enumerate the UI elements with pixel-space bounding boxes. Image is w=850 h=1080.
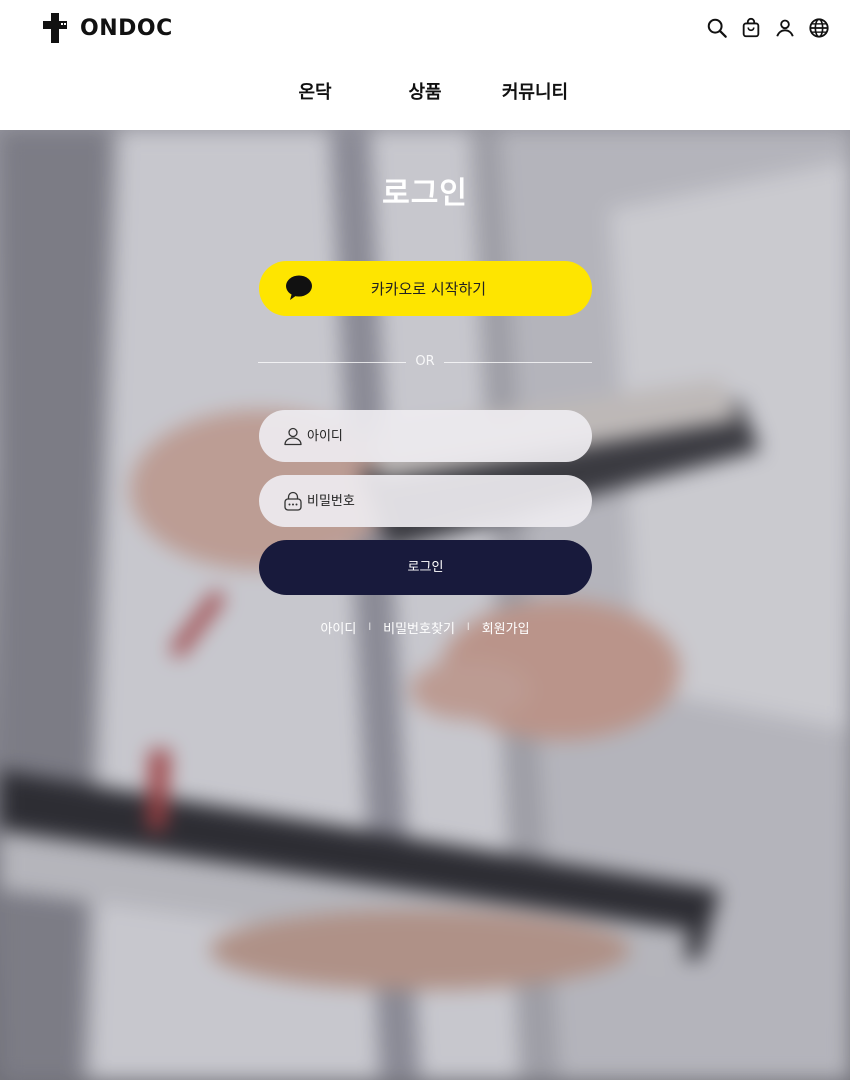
account-links: 아이디 l 비밀번호찾기 l 회원가입 xyxy=(0,618,850,637)
lock-icon xyxy=(284,491,302,511)
kakao-login-button[interactable]: 카카오로 시작하기 xyxy=(259,261,592,316)
password-input[interactable] xyxy=(307,475,577,527)
id-input[interactable] xyxy=(307,410,577,462)
id-field[interactable] xyxy=(259,410,592,462)
or-divider: OR xyxy=(258,352,592,372)
login-submit-button[interactable]: 로그인 xyxy=(259,540,592,595)
header-utilities xyxy=(706,15,830,41)
link-separator: l xyxy=(368,622,372,633)
signup-link[interactable]: 회원가입 xyxy=(482,618,530,637)
nav-item-products[interactable]: 상품 xyxy=(370,78,480,104)
page-title: 로그인 xyxy=(382,176,468,211)
nav-item-ondoc[interactable]: 온닥 xyxy=(260,78,370,104)
shopping-bag-icon[interactable] xyxy=(740,15,762,41)
password-field[interactable] xyxy=(259,475,592,527)
site-header: ONDOC 온닥 상품 커뮤니티 xyxy=(0,0,850,130)
find-password-link[interactable]: 비밀번호찾기 xyxy=(383,618,455,637)
brand-name: ONDOC xyxy=(80,15,173,41)
site-logo[interactable]: ONDOC xyxy=(42,12,173,44)
kakao-login-label: 카카오로 시작하기 xyxy=(370,280,487,298)
search-icon[interactable] xyxy=(706,15,728,41)
globe-icon[interactable] xyxy=(808,15,830,41)
find-id-link[interactable]: 아이디 xyxy=(320,618,356,637)
nav-item-community[interactable]: 커뮤니티 xyxy=(480,78,590,104)
user-outline-icon xyxy=(284,427,302,446)
main-navigation: 온닥 상품 커뮤니티 xyxy=(0,78,850,104)
divider-line-right xyxy=(444,362,592,363)
logo-cross-icon xyxy=(43,13,67,43)
user-icon[interactable] xyxy=(774,15,796,41)
link-separator: l xyxy=(466,622,470,633)
